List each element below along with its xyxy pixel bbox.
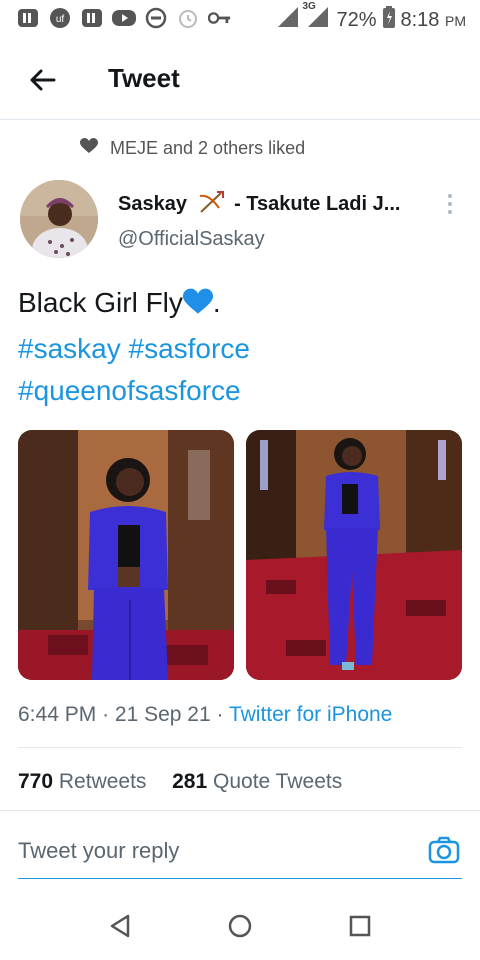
author-name-part2: - Tsakute Ladi J... xyxy=(234,193,401,215)
tweet-date: 21 Sep 21 xyxy=(114,703,211,726)
back-arrow-icon[interactable] xyxy=(26,64,58,96)
notification-icons: uf xyxy=(16,7,232,29)
tweet-photo[interactable] xyxy=(246,430,462,680)
tweet-stats: 770 Retweets 281 Quote Tweets xyxy=(18,770,342,794)
nav-recents-icon[interactable] xyxy=(347,913,373,939)
quote-tweets-link[interactable]: 281 Quote Tweets xyxy=(172,770,342,793)
header-divider xyxy=(0,119,480,120)
tweet-body: Black Girl Fly xyxy=(18,287,183,318)
clock-ampm: PM xyxy=(445,12,466,29)
do-not-disturb-icon xyxy=(144,7,168,29)
quote-tweets-count: 281 xyxy=(172,770,208,793)
stats-divider xyxy=(0,810,480,811)
social-context[interactable]: MEJE and 2 others liked xyxy=(80,138,305,159)
reply-underline xyxy=(18,878,462,879)
vpn-key-icon xyxy=(208,7,232,29)
bow-and-arrow-icon xyxy=(197,190,225,220)
battery-percent: 72% xyxy=(336,8,377,31)
app-notification-icon xyxy=(80,7,104,29)
more-options-icon[interactable] xyxy=(446,193,454,215)
tweet-text: Black Girl Fly. #saskay #sasforce #queen… xyxy=(18,282,468,412)
blue-heart-emoji xyxy=(182,286,213,328)
svg-text:uf: uf xyxy=(56,14,65,25)
social-context-text: MEJE and 2 others liked xyxy=(110,138,306,158)
network-type-icon: 3G xyxy=(302,1,330,33)
tweet-source-link[interactable]: Twitter for iPhone xyxy=(229,703,392,726)
tweet-time: 6:44 PM xyxy=(18,703,97,726)
app-notification-icon xyxy=(16,7,40,29)
quote-tweets-label: Quote Tweets xyxy=(213,770,343,793)
tweet-photo[interactable] xyxy=(18,430,234,680)
tweet-metadata: 6:44 PM · 21 Sep 21 · Twitter for iPhone xyxy=(18,703,393,726)
retweets-count: 770 xyxy=(18,770,54,793)
retweets-label: Retweets xyxy=(58,770,147,793)
meta-divider xyxy=(18,747,462,748)
network-type-label: 3G xyxy=(302,1,316,12)
page-title: Tweet xyxy=(108,63,180,93)
hashtag-link[interactable]: #saskay xyxy=(18,333,121,364)
system-nav-bar xyxy=(0,895,480,960)
alarm-icon xyxy=(176,7,200,29)
author-name-part1: Saskay xyxy=(118,193,187,215)
author-name[interactable]: Saskay - Tsakute Ladi J... xyxy=(118,190,400,220)
camera-icon[interactable] xyxy=(428,834,460,866)
hashtag-link[interactable]: #sasforce xyxy=(129,333,250,364)
status-bar: uf 3G 72% 8:18 PM xyxy=(0,0,480,36)
battery-icon xyxy=(382,6,395,34)
nav-back-icon[interactable] xyxy=(108,913,134,939)
youtube-icon xyxy=(112,7,136,29)
retweets-link[interactable]: 770 Retweets xyxy=(18,770,152,793)
hashtag-link[interactable]: #queenofsasforce xyxy=(18,375,241,406)
nav-home-icon[interactable] xyxy=(227,913,253,939)
avatar[interactable] xyxy=(20,180,98,258)
clock-time: 8:18 xyxy=(400,8,440,31)
heart-icon xyxy=(80,138,98,159)
reply-input[interactable]: Tweet your reply xyxy=(18,838,179,864)
app-notification-icon: uf xyxy=(48,7,72,29)
system-status: 3G 72% 8:18 PM xyxy=(278,1,466,34)
app-bar: Tweet xyxy=(0,46,480,112)
signal-icon xyxy=(278,7,300,33)
tweet-body-suffix: . xyxy=(212,287,221,318)
author-handle[interactable]: @OfficialSaskay xyxy=(118,228,265,251)
